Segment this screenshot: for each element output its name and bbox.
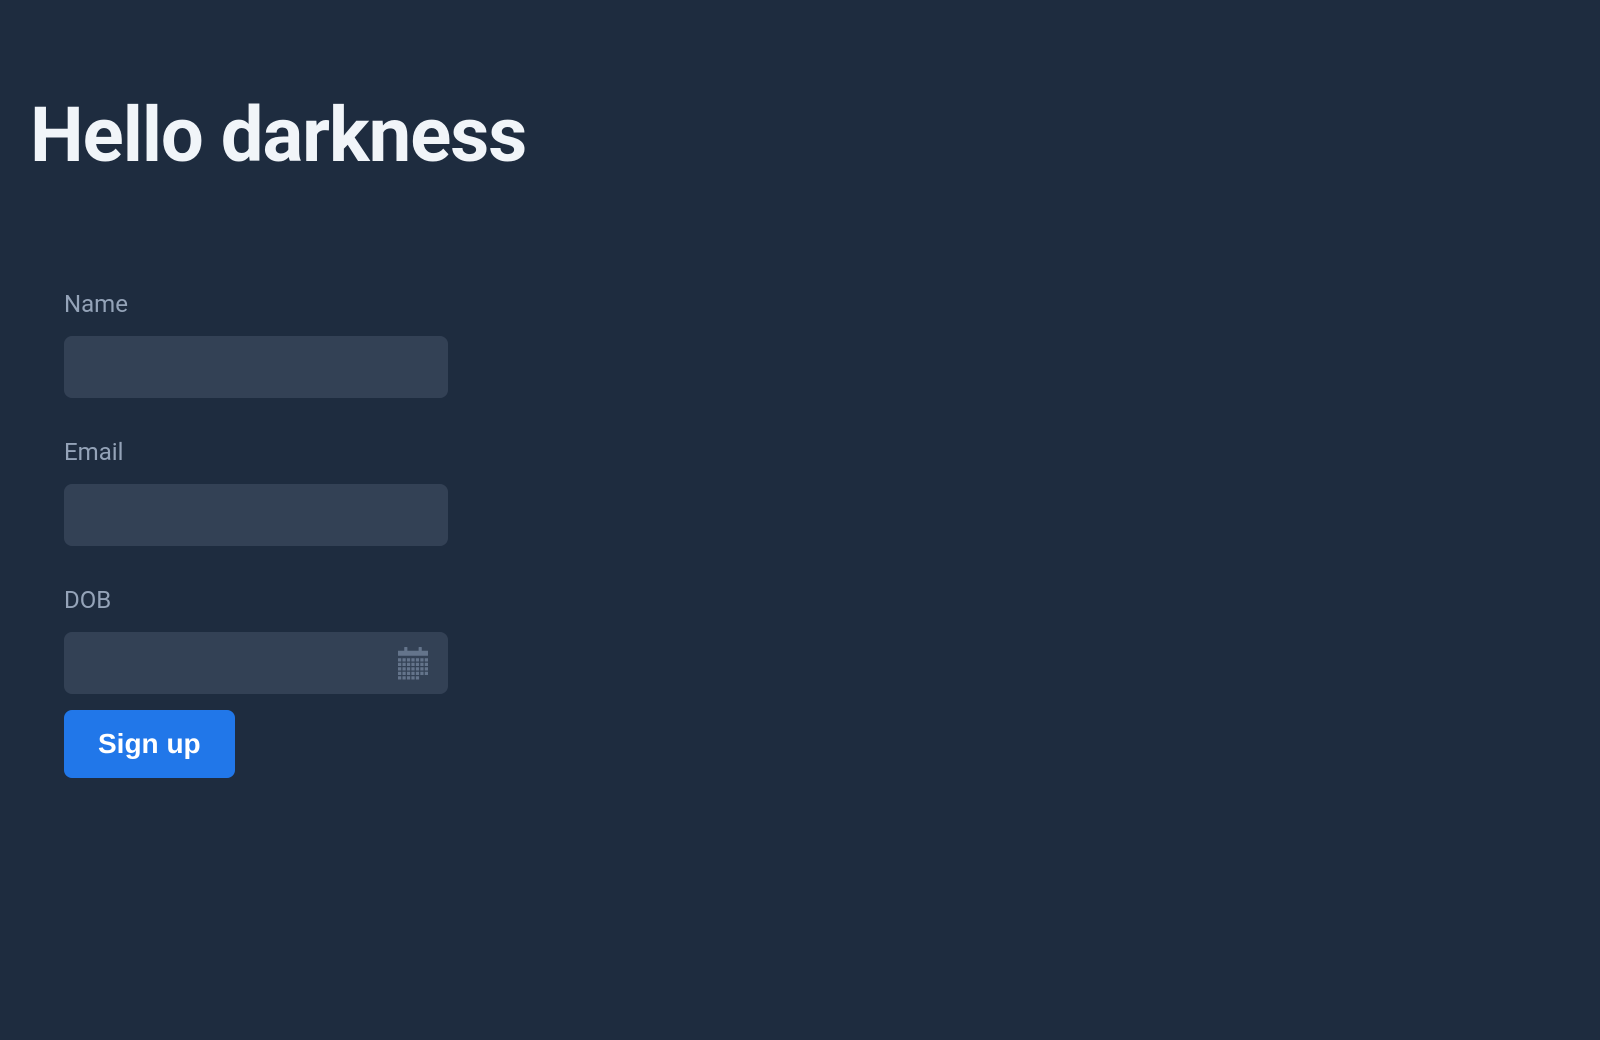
name-group: Name bbox=[64, 290, 448, 398]
email-input[interactable] bbox=[64, 484, 448, 546]
name-input[interactable] bbox=[64, 336, 448, 398]
email-group: Email bbox=[64, 438, 448, 546]
dob-group: DOB bbox=[64, 586, 448, 694]
dob-input[interactable] bbox=[64, 632, 448, 694]
dob-label: DOB bbox=[64, 586, 448, 614]
signup-button[interactable]: Sign up bbox=[64, 710, 235, 778]
dob-input-wrapper bbox=[64, 632, 448, 694]
page-title: Hello darkness bbox=[0, 0, 1600, 180]
name-label: Name bbox=[64, 290, 448, 318]
signup-form: Name Email DOB bbox=[0, 180, 448, 778]
email-label: Email bbox=[64, 438, 448, 466]
